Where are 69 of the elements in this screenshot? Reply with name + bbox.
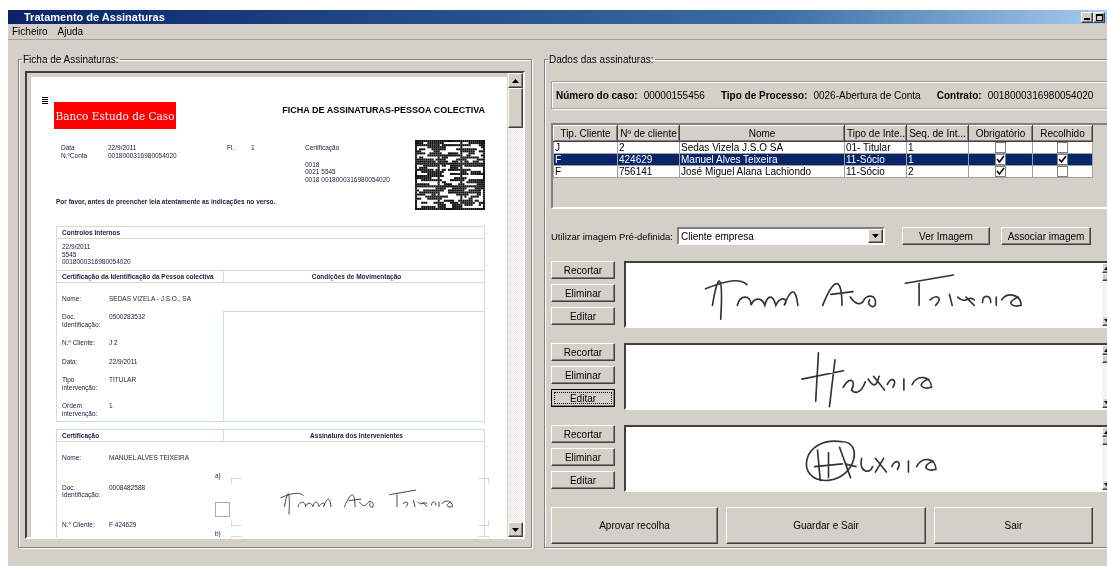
up-arrow-icon xyxy=(512,78,519,83)
table-cell: 2 xyxy=(617,141,680,154)
associate-image-button[interactable]: Associar imagem xyxy=(1001,227,1091,245)
table-cell: 1 xyxy=(906,153,969,166)
action-button[interactable]: Eliminar xyxy=(551,448,615,466)
view-image-button[interactable]: Ver Imagem xyxy=(902,227,990,245)
column-header[interactable]: Obrigatório xyxy=(968,125,1033,142)
bank-logo: Banco Estudo de Caso xyxy=(54,102,176,129)
checkbox[interactable] xyxy=(1057,166,1068,177)
column-header[interactable]: Recolhido xyxy=(1032,125,1093,142)
down-arrow-icon xyxy=(872,234,879,238)
table-cell: 11-Sócio xyxy=(844,165,907,178)
column-header[interactable]: Tipo de Inte... xyxy=(844,125,907,142)
scrollbar-thumb[interactable] xyxy=(508,88,523,128)
table-cell: J xyxy=(553,141,618,154)
document-title: FICHA DE ASSINATURAS-PESSOA COLECTIVA xyxy=(282,105,485,115)
info-value: 0018000316980054020 xyxy=(987,89,1094,101)
column-header[interactable]: Nº de cliente xyxy=(617,125,680,142)
table-cell: F xyxy=(553,153,618,166)
action-button[interactable]: Eliminar xyxy=(551,366,615,384)
table-cell: 2 xyxy=(906,165,969,178)
action-button[interactable]: Eliminar xyxy=(551,284,615,302)
table-cell: F xyxy=(553,165,618,178)
field-label: Utilizar imagem Pré-definida: xyxy=(551,230,674,242)
footer-button[interactable]: Guardar e Sair xyxy=(726,507,926,544)
action-button[interactable]: Editar xyxy=(551,307,615,325)
table-cell: 11-Sócio xyxy=(844,153,907,166)
action-button[interactable]: Recortar xyxy=(551,261,615,279)
scroll-down-button[interactable] xyxy=(508,522,523,537)
group-title: Ficha de Assinaturas: xyxy=(22,54,120,65)
column-header[interactable]: Nome xyxy=(679,125,845,142)
menu-item[interactable]: Ficheiro xyxy=(12,26,48,37)
info-value: 0026-Abertura de Conta xyxy=(813,89,921,101)
maximize-button[interactable] xyxy=(1093,11,1105,23)
info-label: Número do caso: xyxy=(556,89,638,101)
table-cell: Manuel Alves Teixeira xyxy=(679,153,845,166)
action-button[interactable]: Recortar xyxy=(551,425,615,443)
maximize-icon xyxy=(1095,13,1103,21)
checkbox[interactable] xyxy=(995,166,1006,177)
info-value: 00000155456 xyxy=(643,89,705,101)
menu-icon xyxy=(42,97,48,105)
table-cell: Sedas Vizela J.S.O SA xyxy=(679,141,845,154)
scrollbar[interactable] xyxy=(508,73,523,537)
table-cell: 424629 xyxy=(617,153,680,166)
table-cell: 1 xyxy=(906,141,969,154)
checkbox[interactable] xyxy=(995,142,1006,153)
footer-button[interactable]: Aprovar recolha xyxy=(551,507,718,544)
column-header[interactable]: Seq. de Int... xyxy=(906,125,969,142)
info-label: Contrato: xyxy=(936,89,982,101)
table-cell: 01- Titular xyxy=(844,141,907,154)
action-button[interactable]: Editar xyxy=(551,389,615,407)
info-label: Tipo de Processo: xyxy=(720,89,808,101)
matrix-code-drawing xyxy=(415,140,485,210)
column-header[interactable]: Tip. Cliente xyxy=(553,125,618,142)
checkbox[interactable] xyxy=(1057,142,1068,153)
checkbox[interactable] xyxy=(1057,154,1068,165)
menu-item[interactable]: Ajuda xyxy=(57,26,84,37)
scroll-up-button[interactable] xyxy=(508,73,523,88)
footer-button[interactable]: Sair xyxy=(934,507,1093,544)
down-arrow-icon xyxy=(512,527,519,532)
image-dropdown[interactable]: Cliente empresa xyxy=(677,227,885,245)
action-button[interactable]: Editar xyxy=(551,471,615,489)
group-title: Dados das assinaturas: xyxy=(548,54,655,65)
checkbox[interactable] xyxy=(995,154,1006,165)
table-cell: José Miguel Alana Lachiondo xyxy=(679,165,845,178)
table-cell: 756141 xyxy=(617,165,680,178)
window-title: Tratamento de Assinaturas xyxy=(24,11,165,23)
minimize-button[interactable] xyxy=(1081,11,1093,23)
action-button[interactable]: Recortar xyxy=(551,343,615,361)
